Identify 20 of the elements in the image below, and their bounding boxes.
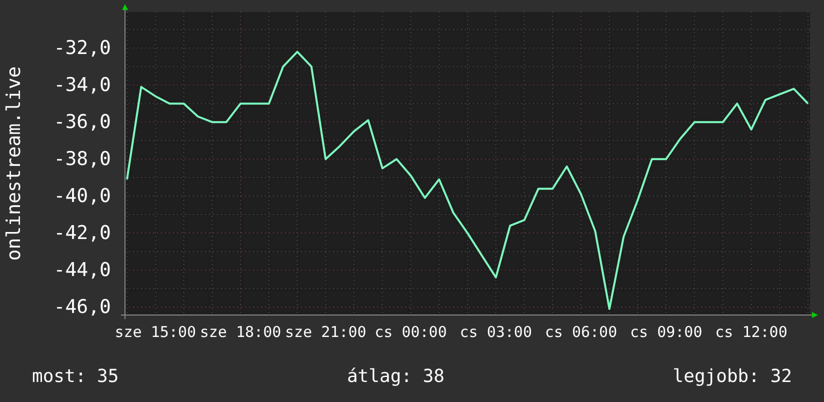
y-tick-label: -38,0 [54, 148, 111, 170]
legend-stat: most: 35 [32, 364, 119, 388]
x-tick-label: sze 18:00 [200, 323, 282, 341]
legend-stat: legjobb: 32 [672, 364, 792, 388]
y-tick-label: -42,0 [54, 222, 111, 244]
x-tick-label: sze 15:00 [114, 323, 196, 341]
y-axis-label: onlinestream.live [3, 66, 25, 261]
y-tick-label: -46,0 [54, 296, 111, 318]
legend-stat: átlag: 38 [346, 364, 445, 388]
y-tick-label: -44,0 [54, 259, 111, 282]
y-tick-label: -32,0 [54, 37, 111, 60]
y-tick-label: -34,0 [54, 74, 111, 96]
y-tick-label: -40,0 [54, 185, 111, 208]
x-tick-label: cs 12:00 [715, 323, 788, 341]
x-tick-label: cs 00:00 [374, 323, 447, 341]
x-tick-label: sze 21:00 [284, 323, 366, 341]
x-tick-label: cs 06:00 [544, 323, 618, 341]
x-tick-label: cs 03:00 [460, 323, 532, 341]
y-tick-label: -36,0 [54, 111, 111, 134]
x-tick-label: cs 09:00 [630, 323, 702, 341]
